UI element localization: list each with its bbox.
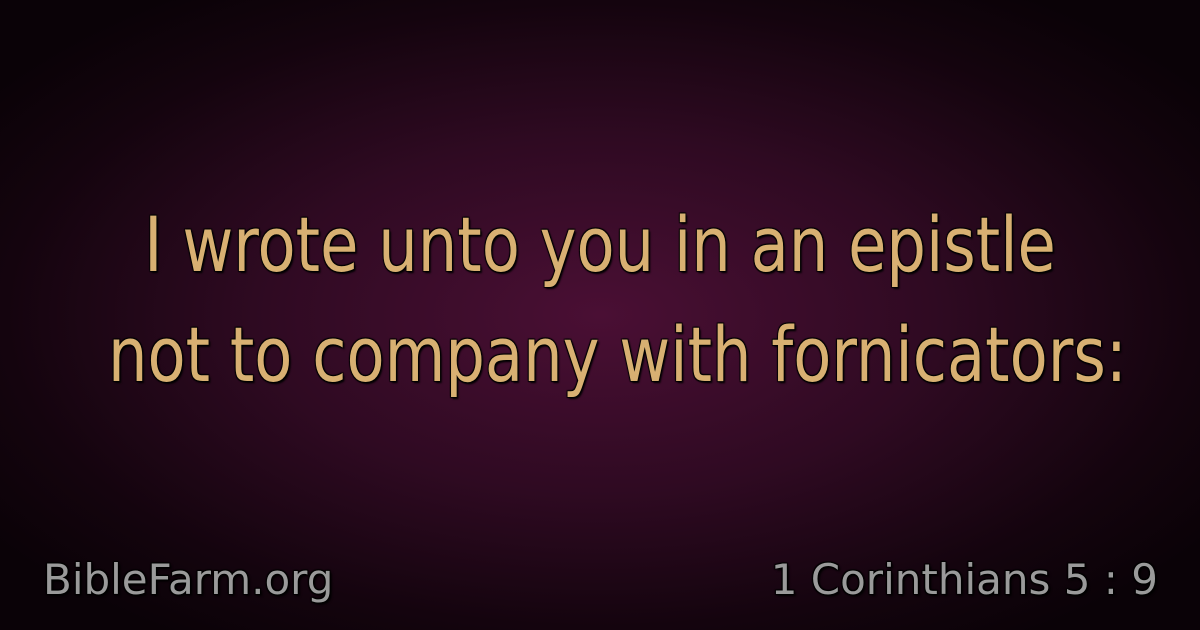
site-name: BibleFarm.org <box>43 555 334 604</box>
verse-card: I wrote unto you in an epistle not to co… <box>0 0 1200 630</box>
verse-line-2: not to company with fornicators: <box>108 310 1127 399</box>
verse-reference: 1 Corinthians 5 : 9 <box>770 555 1158 604</box>
verse-text: I wrote unto you in an epistle not to co… <box>0 190 1200 410</box>
verse-line-1: I wrote unto you in an epistle <box>144 200 1056 289</box>
